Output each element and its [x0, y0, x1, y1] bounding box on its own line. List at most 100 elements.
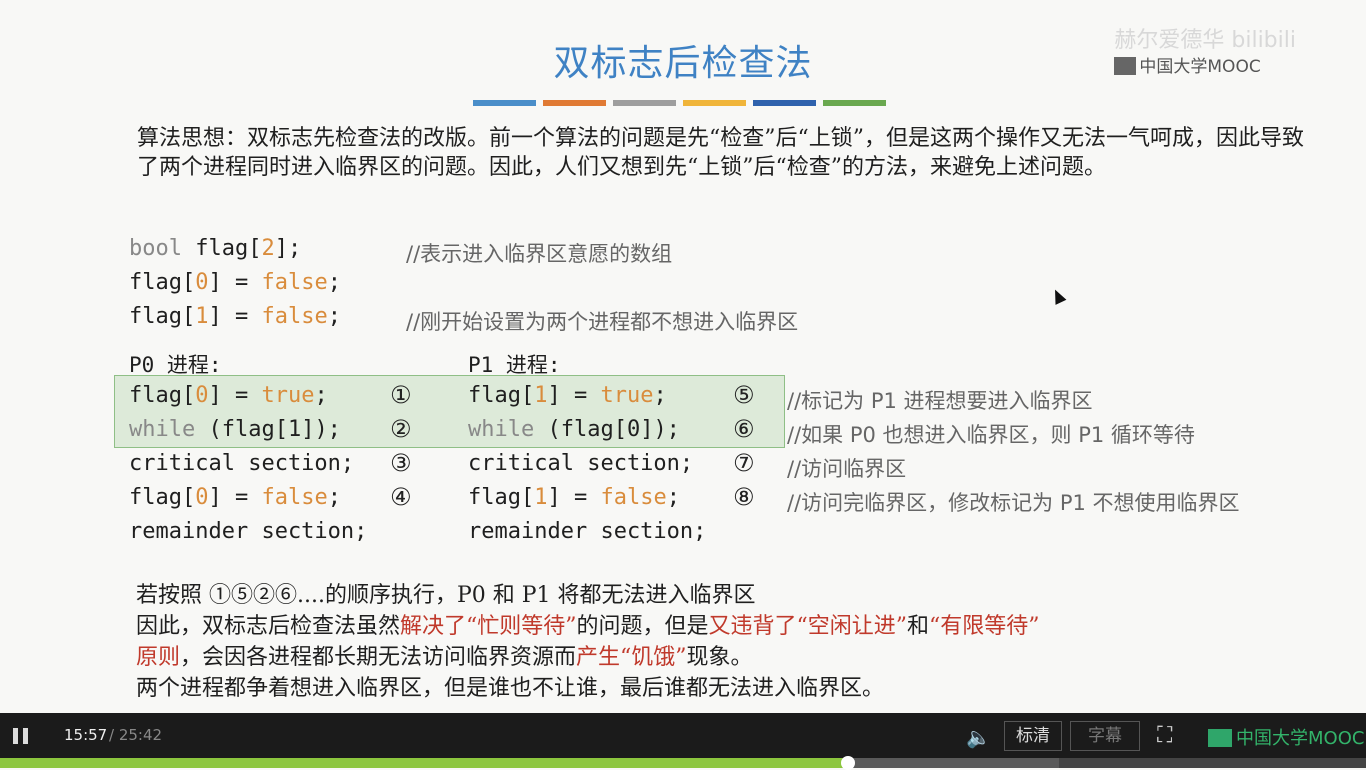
- mooc-logo-icon: [1114, 57, 1137, 75]
- code-text: remainder section;: [129, 519, 368, 544]
- fullscreen-icon[interactable]: ⛶: [1157, 723, 1172, 748]
- code-bool: true: [600, 383, 654, 408]
- highlight-text: 原则: [136, 645, 181, 670]
- code-text: [: [181, 485, 196, 510]
- code-keyword: while: [129, 417, 196, 442]
- code-text: ;: [653, 383, 667, 408]
- code-text: ]: [547, 383, 561, 408]
- code-comment: //刚开始设置为两个进程都不想进入临界区: [406, 310, 799, 334]
- watermark-uploader: 赫尔爱德华 bilibili: [1114, 28, 1296, 53]
- video-controls: 15:57 / 25:42 🔈 标清 字幕 ⛶ 中国大学MOOC: [0, 713, 1366, 758]
- p0-code-line: remainder section;: [129, 519, 367, 544]
- code-text: ]: [208, 485, 222, 510]
- code-text: [: [520, 383, 535, 408]
- mouse-cursor-icon: [1049, 287, 1067, 305]
- code-bool: false: [600, 485, 667, 510]
- step-number: ③: [390, 449, 412, 477]
- text: 现象。: [686, 645, 753, 670]
- algorithm-description: 算法思想：双标志先检查法的改版。前一个算法的问题是先“检查”后“上锁”，但是这两…: [137, 126, 1304, 180]
- code-text: [: [181, 383, 196, 408]
- code-number: 0: [195, 485, 209, 510]
- code-text: ] =: [208, 270, 262, 295]
- color-bar: [473, 100, 536, 106]
- p0-code-line: critical section;: [129, 451, 354, 476]
- code-text: ]: [547, 485, 561, 510]
- mooc-logo-icon: [1208, 729, 1232, 747]
- highlight-text: 解决了“忙则等待”: [400, 614, 577, 639]
- code-text: ;: [327, 485, 341, 510]
- watermark-mooc-label: 中国大学MOOC: [1139, 57, 1261, 77]
- color-bar: [753, 100, 816, 106]
- conclusion-line-1: 若按照 ①⑤②⑥....的顺序执行，P0 和 P1 将都无法进入临界区: [136, 583, 756, 608]
- code-comment: //标记为 P1 进程想要进入临界区: [787, 389, 1093, 413]
- p1-code-line: critical section;: [468, 451, 693, 476]
- color-bar: [613, 100, 676, 106]
- total-time: / 25:42: [109, 726, 163, 744]
- quality-button[interactable]: 标清: [1004, 721, 1062, 751]
- code-keyword: bool: [129, 236, 182, 261]
- code-text: flag: [129, 383, 182, 408]
- code-line-flag0: flag[0] = false;: [129, 270, 341, 295]
- text: ，会因各进程都长期无法访问临界资源而: [180, 645, 577, 670]
- code-text: ;: [314, 383, 328, 408]
- code-text: =: [560, 485, 601, 510]
- highlight-text: 又违背了“空闲让进”: [708, 614, 908, 639]
- code-number: 1: [534, 485, 548, 510]
- highlight-text: “有限等待”: [929, 614, 1040, 639]
- code-comment: //如果 P0 也想进入临界区，则 P1 循环等待: [787, 423, 1195, 447]
- text: 和: [907, 614, 930, 639]
- conclusion-line-3: 原则，会因各进程都长期无法访问临界资源而产生“饥饿”现象。: [136, 642, 1316, 673]
- progress-bar[interactable]: [0, 756, 1366, 770]
- brand-logo: 中国大学MOOC: [1208, 724, 1364, 750]
- step-number: ④: [390, 483, 412, 511]
- code-text: ] =: [208, 304, 262, 329]
- color-bar: [543, 100, 606, 106]
- code-comment: //表示进入临界区意愿的数组: [406, 242, 673, 266]
- text: 的问题，但是: [576, 614, 709, 639]
- code-text: =: [560, 383, 601, 408]
- pause-button[interactable]: [13, 728, 31, 744]
- code-text: flag: [468, 383, 521, 408]
- code-bool: false: [261, 304, 328, 329]
- p1-code-line: flag[1] = false;: [468, 485, 680, 510]
- p0-code-line: flag[0] = false;: [129, 485, 341, 510]
- code-number: 2: [261, 236, 275, 261]
- pause-icon: [23, 728, 28, 744]
- volume-icon[interactable]: 🔈: [966, 725, 991, 749]
- color-bar: [823, 100, 886, 106]
- conclusion: 若按照 ①⑤②⑥....的顺序执行，P0 和 P1 将都无法进入临界区 因此，双…: [136, 580, 1316, 704]
- color-bar: [683, 100, 746, 106]
- conclusion-line-4: 两个进程都争着想进入临界区，但是谁也不让谁，最后谁都无法进入临界区。: [136, 676, 885, 701]
- code-text: ;: [666, 485, 680, 510]
- step-number: ①: [390, 381, 412, 409]
- step-number: ⑤: [733, 381, 755, 409]
- code-text: remainder section;: [468, 519, 707, 544]
- p1-code-line: remainder section;: [468, 519, 706, 544]
- p1-code-line: while (flag[0]);: [468, 417, 680, 442]
- step-number: ⑦: [733, 449, 755, 477]
- code-text: ;: [327, 270, 341, 295]
- code-keyword: while: [468, 417, 535, 442]
- code-number: 1: [534, 383, 548, 408]
- code-number: 0: [195, 270, 209, 295]
- p1-code-line: flag[1] = true;: [468, 383, 667, 408]
- pause-icon: [13, 728, 18, 744]
- text: 因此，双标志后检查法虽然: [136, 614, 401, 639]
- lecture-slide: 双标志后检查法 赫尔爱德华 bilibili 中国大学MOOC 算法思想：双标志…: [0, 0, 1366, 713]
- code-text: ];: [274, 236, 302, 261]
- code-bool: true: [261, 383, 315, 408]
- code-text: flag: [129, 485, 182, 510]
- code-text: =: [221, 383, 262, 408]
- code-text: flag[: [129, 304, 196, 329]
- code-text: (flag[1]);: [195, 417, 341, 442]
- brand-label: 中国大学MOOC: [1236, 728, 1365, 749]
- highlight-text: 产生“饥饿”: [576, 645, 687, 670]
- subtitle-button[interactable]: 字幕: [1070, 721, 1140, 751]
- code-bool: false: [261, 270, 328, 295]
- code-text: flag[: [181, 236, 262, 261]
- code-comment: //访问完临界区，修改标记为 P1 不想使用临界区: [787, 491, 1240, 515]
- code-text: critical section;: [129, 451, 355, 476]
- current-time: 15:57: [64, 726, 108, 744]
- p0-code-line: while (flag[1]);: [129, 417, 341, 442]
- code-text: (flag[0]);: [534, 417, 680, 442]
